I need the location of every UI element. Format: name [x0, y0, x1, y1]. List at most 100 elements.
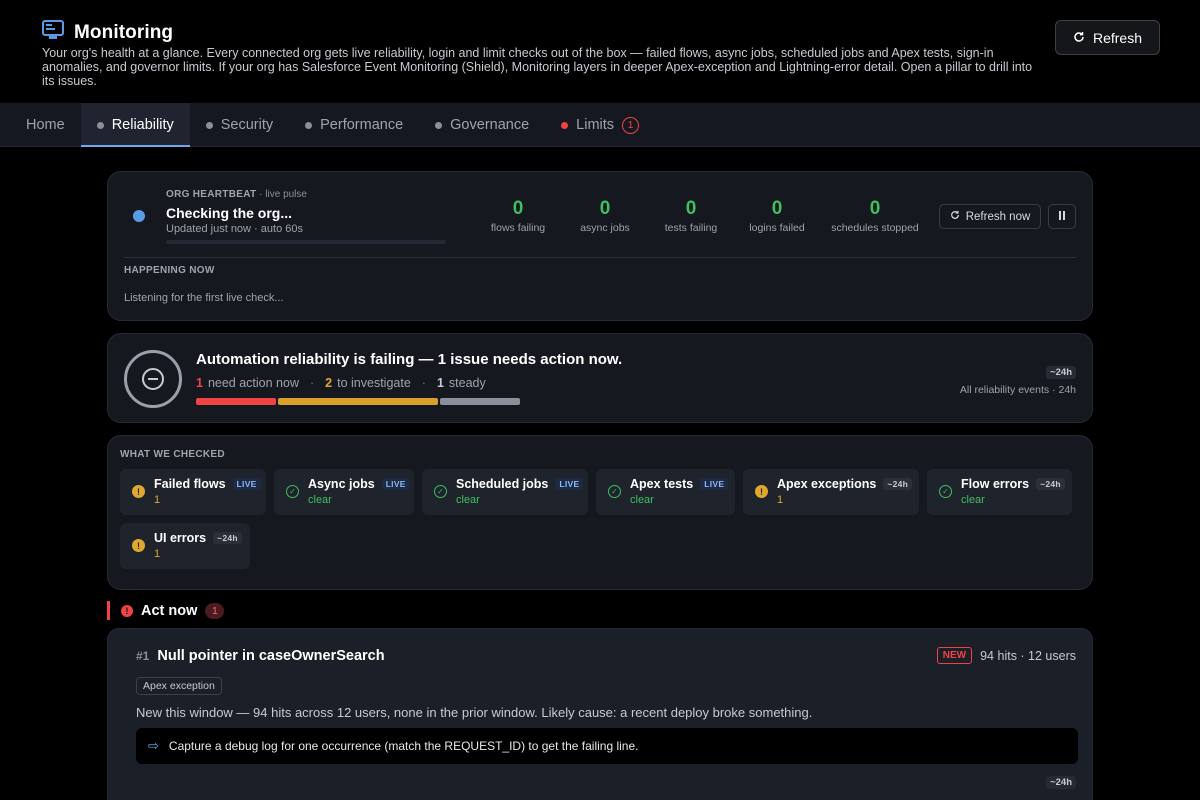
distribution-segment — [196, 398, 276, 405]
checks-card: WHAT WE CHECKED ! Failed flows LIVE 1 ✓ A… — [107, 435, 1093, 590]
reliability-status-ring — [124, 350, 182, 408]
investigate-label: to investigate — [337, 376, 411, 390]
stat-flows-failing: 0 flows failing — [490, 198, 546, 234]
reliability-window: ~24h All reliability events · 24h — [960, 362, 1076, 396]
check-name: Async jobs — [308, 477, 375, 491]
window-tag: ~24h — [883, 478, 913, 490]
divider — [124, 257, 1076, 258]
separator: · — [310, 376, 315, 390]
distribution-segment — [278, 398, 438, 405]
check-status: clear — [630, 494, 654, 506]
refresh-label: Refresh — [1092, 29, 1143, 46]
issue-type-tag: Apex exception — [136, 677, 222, 695]
check-name: Apex exceptions — [777, 477, 877, 491]
status-dot-icon — [561, 121, 569, 129]
tab-label: Reliability — [111, 117, 174, 133]
stat-logins-failed: 0 logins failed — [749, 198, 805, 234]
check-status: clear — [308, 494, 332, 506]
pause-icon — [1058, 210, 1066, 223]
warning-icon: ! — [132, 485, 145, 498]
check-status: clear — [456, 494, 480, 506]
check-chip-apex-tests[interactable]: ✓ Apex tests LIVE clear — [596, 469, 735, 515]
minus-circle-icon — [142, 368, 164, 390]
page-title-row: Monitoring — [42, 20, 173, 45]
pause-button[interactable] — [1048, 204, 1076, 229]
warning-icon: ! — [755, 485, 768, 498]
happening-now-heading: HAPPENING NOW — [124, 265, 215, 276]
refresh-now-label: Refresh now — [965, 210, 1031, 223]
check-chip-failed-flows[interactable]: ! Failed flows LIVE 1 — [120, 469, 266, 515]
steady-label: steady — [448, 376, 486, 390]
act-now-heading: ! Act now 1 — [107, 601, 225, 620]
tab-performance[interactable]: Performance — [289, 103, 419, 147]
status-dot-icon — [435, 121, 443, 129]
issue-description: New this window — 94 hits across 12 user… — [136, 705, 813, 720]
investigate-count: 2 — [325, 376, 333, 390]
tab-count-badge: 1 — [622, 116, 640, 134]
tab-label: Limits — [576, 117, 615, 133]
check-name: Failed flows — [154, 477, 226, 491]
check-circle-icon: ✓ — [434, 485, 447, 498]
heartbeat-label: ORG HEARTBEAT · live pulse — [166, 189, 307, 200]
org-heartbeat-card: ORG HEARTBEAT · live pulse Checking the … — [107, 171, 1093, 321]
heartbeat-status: Checking the org... — [166, 205, 293, 221]
window-tag: ~24h — [1046, 776, 1076, 789]
tab-label: Security — [220, 117, 274, 133]
check-circle-icon: ✓ — [608, 485, 621, 498]
heartbeat-dot-icon — [133, 210, 145, 222]
need-action-count: 1 — [196, 376, 203, 390]
check-chip-flow-errors[interactable]: ✓ Flow errors ~24h clear — [927, 469, 1072, 515]
refresh-button[interactable]: Refresh — [1055, 20, 1160, 55]
check-name: UI errors — [154, 531, 207, 545]
check-status: 1 — [154, 494, 161, 506]
stat-schedules-stopped: 0 schedules stopped — [831, 198, 919, 234]
status-dot-icon — [305, 121, 313, 129]
check-status: clear — [961, 494, 985, 506]
check-chip-scheduled-jobs[interactable]: ✓ Scheduled jobs LIVE clear — [422, 469, 588, 515]
live-tag: LIVE — [555, 478, 584, 490]
reliability-counts: 1 need action now · 2 to investigate · 1… — [196, 376, 486, 390]
issue-next-step: ⇨ Capture a debug log for one occurrence… — [136, 728, 1078, 764]
warning-icon: ! — [132, 539, 145, 552]
heartbeat-progress-bar — [166, 240, 446, 244]
status-dot-icon — [205, 121, 213, 129]
tab-security[interactable]: Security — [190, 103, 289, 147]
refresh-icon — [950, 210, 960, 223]
tab-governance[interactable]: Governance — [419, 103, 545, 147]
refresh-icon — [1073, 30, 1085, 46]
tab-reliability[interactable]: Reliability — [80, 103, 190, 147]
next-step-text: Capture a debug log for one occurrence (… — [168, 739, 639, 753]
steady-count: 1 — [436, 376, 444, 390]
check-chip-async-jobs[interactable]: ✓ Async jobs LIVE clear — [274, 469, 414, 515]
new-badge: NEW — [936, 647, 973, 664]
reliability-headline: Automation reliability is failing — 1 is… — [196, 351, 623, 368]
issue-window: ~24h — [1046, 772, 1076, 790]
alert-icon: ! — [121, 604, 133, 617]
page-header: Monitoring Your org's health at a glance… — [0, 0, 1200, 103]
refresh-now-button[interactable]: Refresh now — [939, 204, 1041, 229]
tab-home[interactable]: Home — [10, 103, 81, 147]
check-name: Flow errors — [961, 477, 1030, 491]
check-name: Apex tests — [630, 477, 694, 491]
issue-title-row: #1 Null pointer in caseOwnerSearch — [136, 648, 385, 664]
check-chip-apex-exceptions[interactable]: ! Apex exceptions ~24h 1 — [743, 469, 919, 515]
status-dot-icon — [96, 121, 104, 129]
issue-meta: NEW 94 hits · 12 users — [936, 647, 1076, 664]
check-circle-icon: ✓ — [286, 485, 299, 498]
check-chip-ui-errors[interactable]: ! UI errors ~24h 1 — [120, 523, 250, 569]
issue-rank: #1 — [136, 649, 150, 663]
tab-limits[interactable]: Limits 1 — [545, 103, 655, 147]
act-now-count-badge: 1 — [205, 602, 225, 619]
distribution-segment — [440, 398, 520, 405]
checks-heading: WHAT WE CHECKED — [120, 449, 225, 460]
window-tag: ~24h — [1046, 366, 1076, 379]
stat-tests-failing: 0 tests failing — [664, 198, 718, 234]
live-tag: LIVE — [232, 478, 261, 490]
issue-hits: 94 hits · 12 users — [980, 648, 1076, 663]
stat-async-jobs: 0 async jobs — [580, 198, 630, 234]
live-tag: LIVE — [700, 478, 729, 490]
issue-card[interactable]: #1 Null pointer in caseOwnerSearch NEW 9… — [107, 628, 1093, 800]
reliability-distribution-bar — [196, 398, 520, 405]
happening-now-text: Listening for the first live check... — [124, 292, 284, 304]
need-action-label: need action now — [207, 376, 299, 390]
